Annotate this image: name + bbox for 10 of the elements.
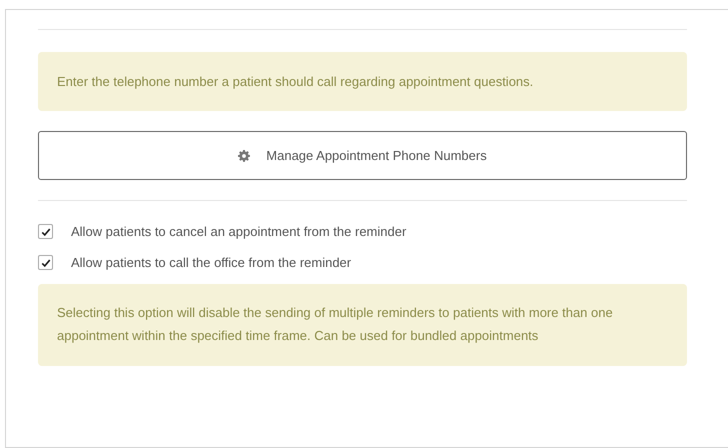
checkbox[interactable] <box>38 255 53 270</box>
checkbox-label: Allow patients to call the office from the reminder <box>71 255 352 270</box>
checkbox-label: Allow patients to cancel an appointment from the reminder <box>71 224 406 239</box>
info-note: Selecting this option will disable the sending of multiple reminders to patients with more than one appointment within the specified time frame. Can be used for bundled appointments <box>38 284 687 366</box>
check-icon <box>40 258 50 268</box>
info-note: Enter the telephone number a patient should call regarding appointment questions. <box>38 52 687 111</box>
gear-icon <box>238 150 250 162</box>
manage-phone-numbers-button[interactable]: Manage Appointment Phone Numbers <box>38 131 687 180</box>
checkbox[interactable] <box>38 224 53 239</box>
check-icon <box>40 226 50 236</box>
